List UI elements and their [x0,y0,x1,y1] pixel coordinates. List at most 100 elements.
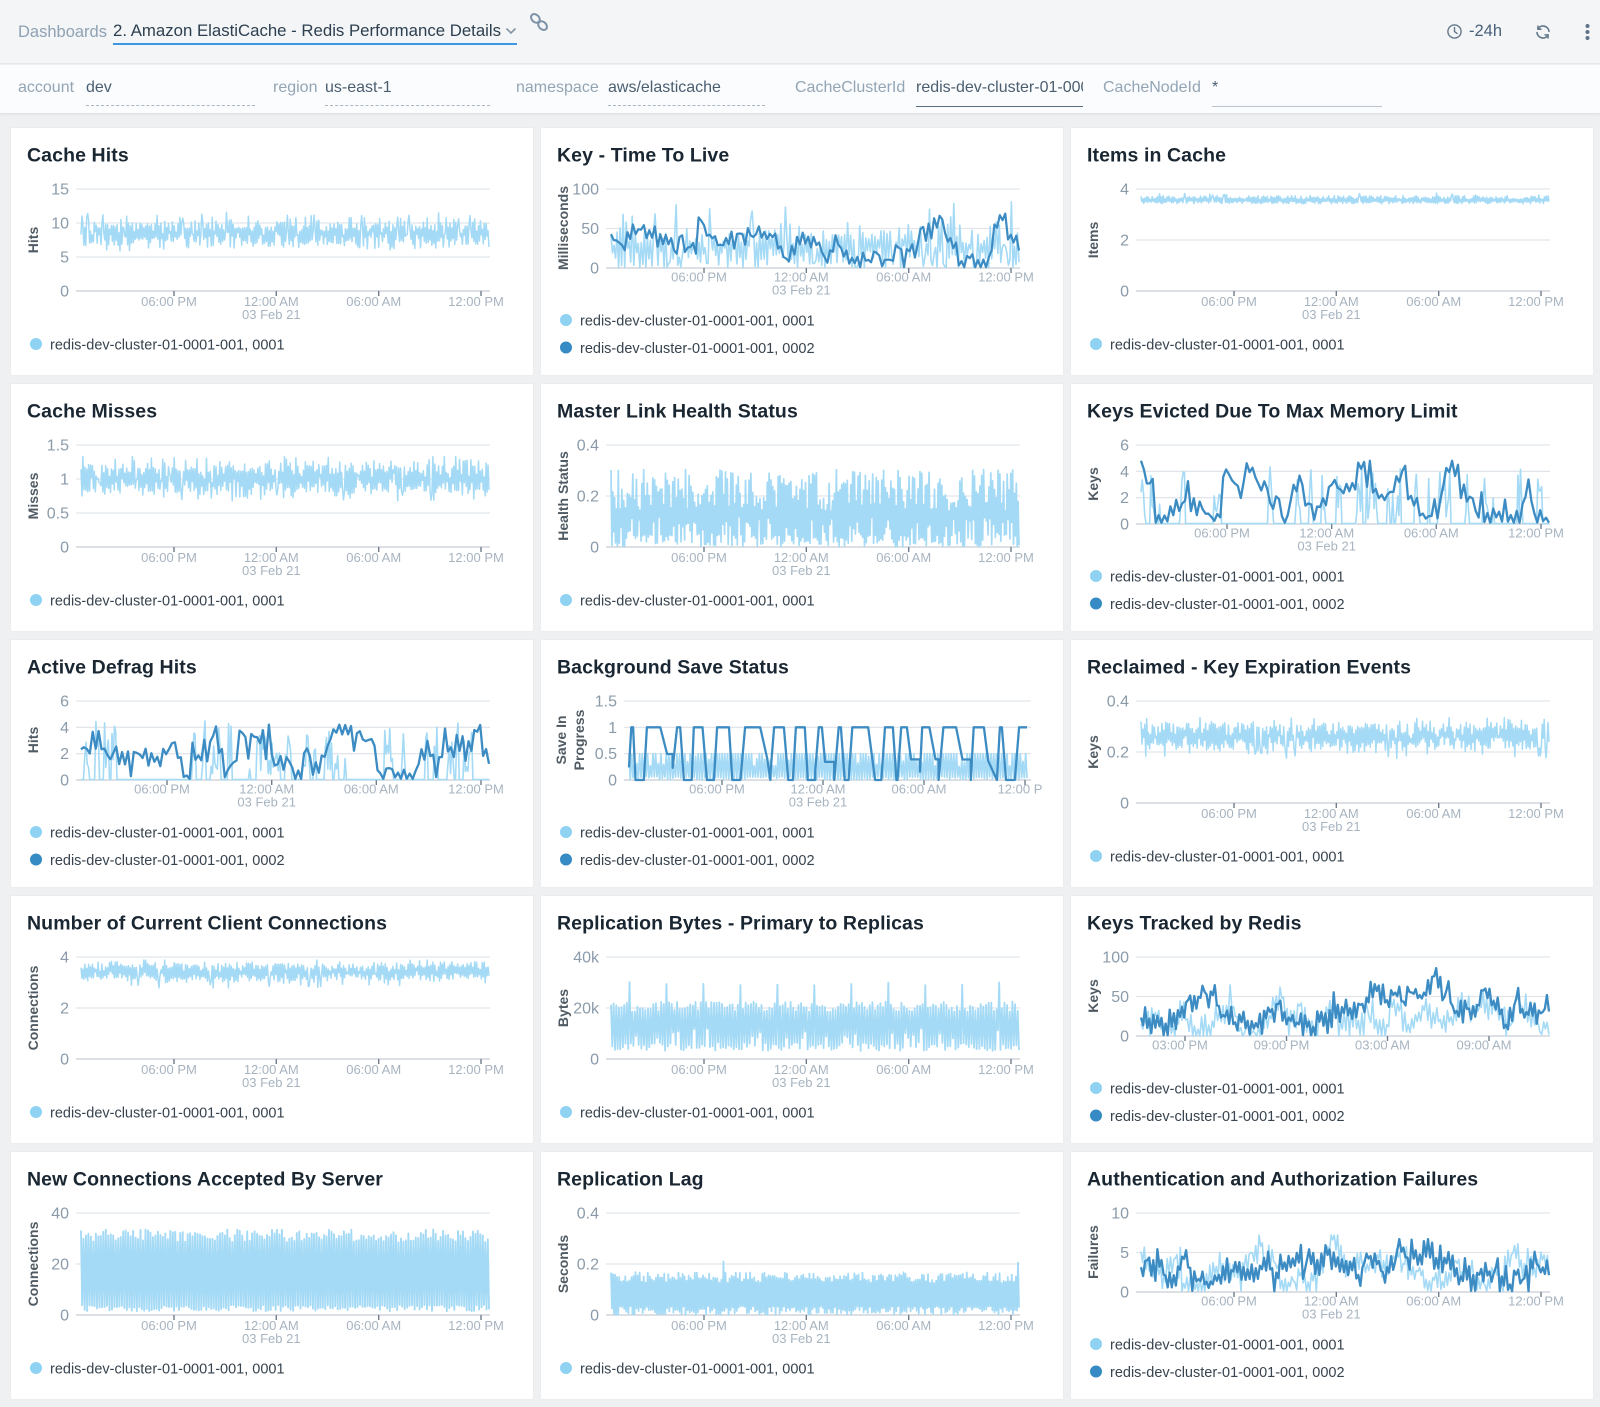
svg-text:03 Feb 21: 03 Feb 21 [772,1331,831,1346]
svg-text:1.5: 1.5 [595,694,617,711]
svg-text:10: 10 [51,216,69,233]
svg-text:0.4: 0.4 [577,1206,599,1223]
svg-text:06:00 AM: 06:00 AM [346,1318,401,1333]
svg-text:0.2: 0.2 [1107,745,1129,762]
svg-text:redis-dev-cluster-01-0001-001,: redis-dev-cluster-01-0001-001, 0001 [580,314,815,330]
svg-text:Keys: Keys [1085,979,1101,1013]
svg-text:0: 0 [60,1308,69,1325]
svg-text:1.5: 1.5 [47,438,69,455]
svg-text:Items: Items [1085,222,1101,259]
svg-text:0.2: 0.2 [577,489,599,506]
svg-text:03 Feb 21: 03 Feb 21 [1302,819,1361,834]
svg-text:redis-dev-cluster-01-0001-001,: redis-dev-cluster-01-0001-001, 0001 [1110,338,1345,354]
svg-text:Connections: Connections [25,1221,41,1306]
svg-text:12:00 PM: 12:00 PM [978,550,1034,565]
svg-text:03 Feb 21: 03 Feb 21 [242,563,301,578]
svg-text:0.5: 0.5 [47,506,69,523]
svg-text:Failures: Failures [1085,1225,1101,1279]
svg-text:12:00 PM: 12:00 PM [448,782,504,797]
svg-text:redis-dev-cluster-01-0001-001,: redis-dev-cluster-01-0001-001, 0001 [50,594,285,610]
svg-text:40k: 40k [573,950,600,967]
svg-text:03 Feb 21: 03 Feb 21 [242,1331,301,1346]
svg-text:0: 0 [1120,517,1129,534]
svg-text:0: 0 [590,1308,599,1325]
svg-text:06:00 PM: 06:00 PM [141,1062,197,1077]
svg-text:12:00 PM: 12:00 PM [1508,806,1564,821]
svg-text:Number of Current Client Conne: Number of Current Client Connections [27,913,387,935]
svg-text:03 Feb 21: 03 Feb 21 [772,1075,831,1090]
svg-text:0.4: 0.4 [1107,694,1129,711]
svg-text:06:00 AM: 06:00 AM [876,550,931,565]
svg-text:40: 40 [51,1206,69,1223]
svg-text:redis-dev-cluster-01-0001-001,: redis-dev-cluster-01-0001-001, 0002 [1110,597,1345,613]
svg-text:redis-dev-cluster-01-0001-001,: redis-dev-cluster-01-0001-001, 0001 [1110,850,1345,866]
svg-text:0: 0 [590,540,599,557]
svg-text:03 Feb 21: 03 Feb 21 [237,794,296,809]
svg-text:0: 0 [590,261,599,278]
svg-text:Milliseconds: Milliseconds [555,186,571,270]
svg-text:Replication Lag: Replication Lag [557,1169,704,1191]
svg-text:100: 100 [1102,950,1129,967]
svg-text:Master Link Health Status: Master Link Health Status [557,401,798,423]
svg-text:redis-dev-cluster-01-0001-001,: redis-dev-cluster-01-0001-001, 0002 [50,853,285,869]
svg-text:06:00 AM: 06:00 AM [1406,1294,1461,1309]
svg-text:06:00 AM: 06:00 AM [876,1318,931,1333]
svg-text:03 Feb 21: 03 Feb 21 [1302,307,1361,322]
svg-text:0: 0 [1120,1029,1129,1046]
svg-text:20: 20 [51,1257,69,1274]
svg-text:redis-dev-cluster-01-0001-001,: redis-dev-cluster-01-0001-001, 0001 [580,1362,815,1378]
svg-text:06:00 AM: 06:00 AM [346,1062,401,1077]
svg-text:06:00 AM: 06:00 AM [344,782,399,797]
svg-text:06:00 PM: 06:00 PM [134,782,190,797]
svg-text:Bytes: Bytes [555,989,571,1027]
svg-text:06:00 AM: 06:00 AM [1406,806,1461,821]
svg-text:09:00 AM: 09:00 AM [1457,1038,1512,1053]
svg-text:0: 0 [60,1052,69,1069]
svg-text:Reclaimed - Key Expiration Eve: Reclaimed - Key Expiration Events [1087,657,1411,679]
svg-text:12:00 PM: 12:00 PM [448,1062,504,1077]
svg-text:2: 2 [1120,490,1129,507]
svg-text:06:00 AM: 06:00 AM [1406,294,1461,309]
svg-text:06:00 PM: 06:00 PM [141,550,197,565]
svg-text:New Connections Accepted By Se: New Connections Accepted By Server [27,1169,383,1191]
svg-text:redis-dev-cluster-01-0001-001,: redis-dev-cluster-01-0001-001, 0001 [1110,1338,1345,1354]
svg-text:redis-dev-cluster-01-0001-001,: redis-dev-cluster-01-0001-001, 0001 [1110,1082,1345,1098]
svg-text:Save InProgress: Save InProgress [553,709,587,770]
svg-text:03 Feb 21: 03 Feb 21 [772,563,831,578]
svg-text:0: 0 [1120,1285,1129,1302]
svg-text:06:00 PM: 06:00 PM [1194,526,1250,541]
svg-text:06:00 PM: 06:00 PM [1201,1294,1257,1309]
svg-text:redis-dev-cluster-01-0001-001,: redis-dev-cluster-01-0001-001, 0002 [1110,1109,1345,1125]
svg-text:Active Defrag Hits: Active Defrag Hits [27,657,197,679]
svg-text:Misses: Misses [25,472,41,519]
svg-text:1: 1 [60,472,69,489]
svg-text:03 Feb 21: 03 Feb 21 [242,307,301,322]
svg-text:Replication Bytes - Primary to: Replication Bytes - Primary to Replicas [557,913,924,935]
svg-text:20k: 20k [573,1001,600,1018]
svg-text:03:00 AM: 03:00 AM [1355,1038,1410,1053]
svg-text:4: 4 [60,720,69,737]
svg-text:03 Feb 21: 03 Feb 21 [772,282,831,297]
svg-text:2: 2 [60,746,69,763]
svg-text:Cache Hits: Cache Hits [27,145,129,167]
svg-text:03 Feb 21: 03 Feb 21 [1302,1306,1361,1321]
svg-text:06:00 PM: 06:00 PM [671,550,727,565]
svg-text:06:00 PM: 06:00 PM [671,270,727,285]
svg-text:5: 5 [60,250,69,267]
svg-text:Hits: Hits [25,727,41,754]
svg-text:0: 0 [608,773,617,790]
svg-text:Authentication and Authorizati: Authentication and Authorization Failure… [1087,1169,1478,1191]
svg-text:06:00 PM: 06:00 PM [141,294,197,309]
svg-text:redis-dev-cluster-01-0001-001,: redis-dev-cluster-01-0001-001, 0001 [580,826,815,842]
svg-text:06:00 PM: 06:00 PM [689,782,745,797]
svg-text:12:00 PM: 12:00 PM [1508,1294,1564,1309]
svg-text:06:00 AM: 06:00 AM [892,782,947,797]
svg-text:redis-dev-cluster-01-0001-001,: redis-dev-cluster-01-0001-001, 0001 [1110,570,1345,586]
svg-text:0: 0 [1120,284,1129,301]
svg-text:0: 0 [60,540,69,557]
svg-text:12:00 PM: 12:00 PM [978,1062,1034,1077]
svg-text:5: 5 [1120,1245,1129,1262]
svg-text:09:00 PM: 09:00 PM [1254,1038,1310,1053]
svg-text:50: 50 [1111,989,1129,1006]
svg-text:Keys: Keys [1085,467,1101,501]
